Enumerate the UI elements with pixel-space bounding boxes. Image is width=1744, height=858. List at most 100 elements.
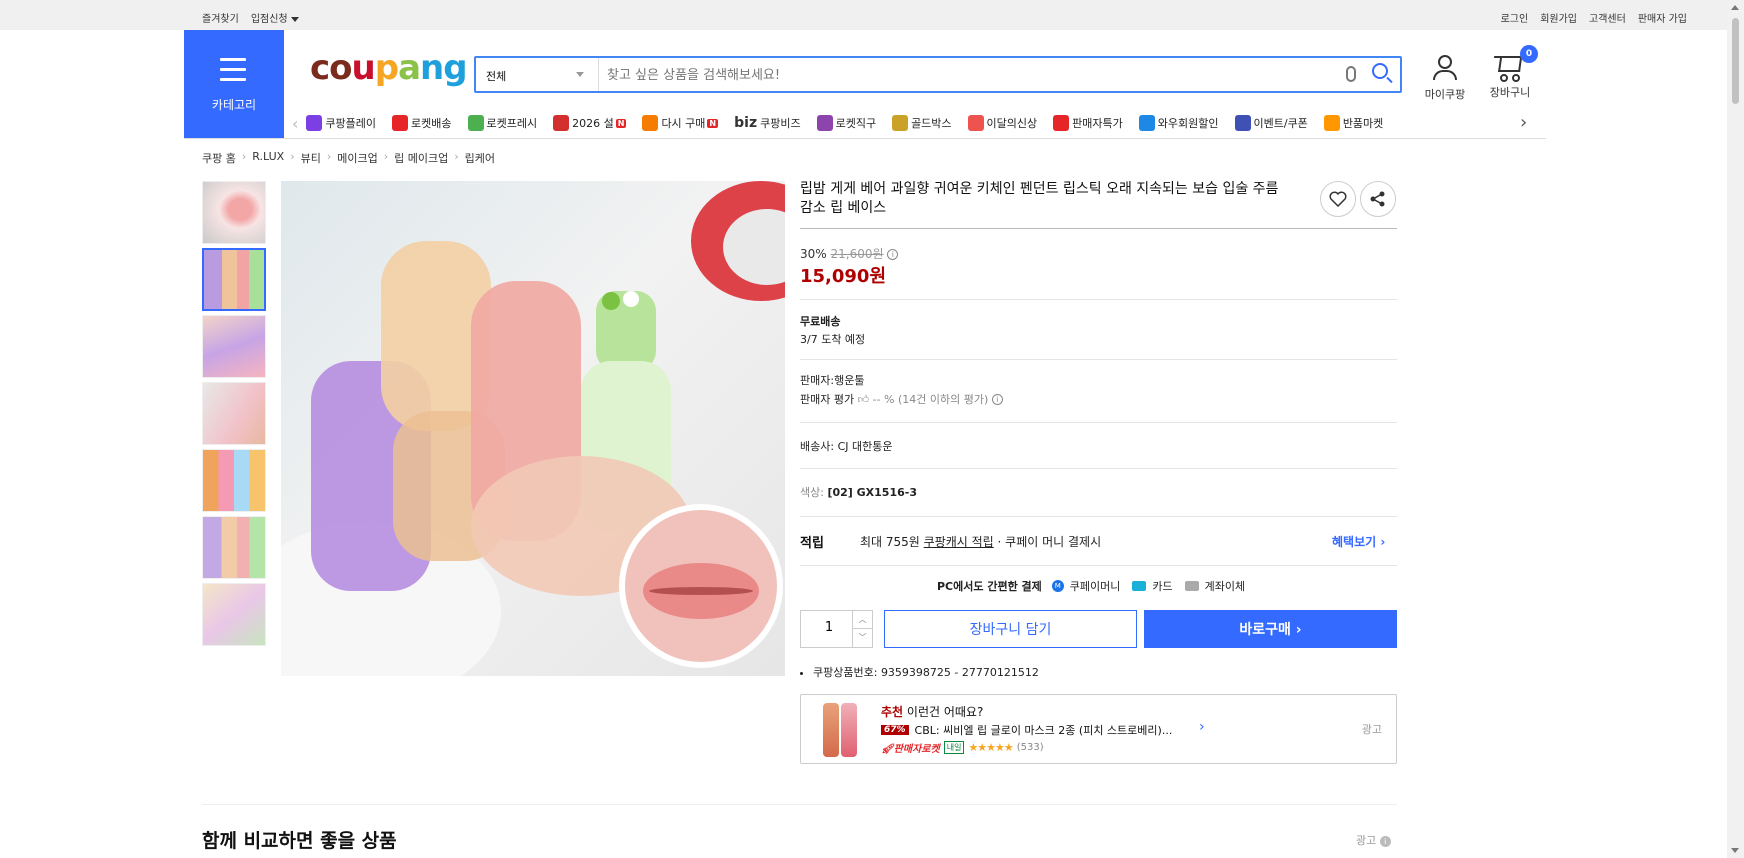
section-ad-label: 광고 i (1356, 832, 1391, 848)
page-scrollbar[interactable] (1727, 0, 1744, 858)
share-button[interactable] (1360, 181, 1396, 217)
nav-item[interactable]: 골드박스 (892, 115, 952, 131)
nav-item[interactable]: 로켓직구 (816, 115, 876, 131)
mycoupang-button[interactable]: 마이쿠팡 (1420, 52, 1470, 102)
bank-transfer: 계좌이체 (1204, 580, 1246, 593)
nav-next-icon[interactable]: › (1520, 112, 1527, 133)
wishlist-button[interactable] (1320, 181, 1356, 217)
option-row[interactable]: 색상: [02] GX1516-3 (800, 484, 917, 502)
product-thumbnail[interactable] (202, 516, 266, 579)
scrollbar-thumb[interactable] (1732, 18, 1739, 104)
customer-center-link[interactable]: 고객센터 (1589, 10, 1626, 25)
nav-item[interactable]: biz 쿠팡비즈 (734, 115, 800, 131)
caret-down-icon (290, 16, 299, 22)
product-thumbnail[interactable] (202, 583, 266, 646)
recommendation-card[interactable]: 추천 이런건 어때요? 67% CBL: 씨비엘 립 글로이 마스크 2종 (피… (800, 694, 1397, 764)
breadcrumb-lipcare[interactable]: 립케어 (465, 150, 495, 166)
product-thumbnail[interactable] (202, 315, 266, 378)
reco-heading-text: 이런건 어때요? (903, 705, 984, 719)
search-input[interactable] (607, 64, 1307, 86)
breadcrumb-separator-icon: › (290, 150, 295, 163)
login-link[interactable]: 로그인 (1501, 10, 1529, 25)
product-thumbnail[interactable] (202, 382, 266, 445)
scroll-down-icon[interactable] (1731, 848, 1739, 853)
nav-item-label: 와우회원할인 (1157, 117, 1219, 130)
search-category-select[interactable]: 전체 (476, 58, 599, 91)
breadcrumb-separator-icon: › (454, 150, 459, 163)
info-icon[interactable]: i (887, 249, 899, 260)
chevron-right-icon[interactable]: › (1199, 719, 1205, 735)
breadcrumb-home[interactable]: 쿠팡 홈 (202, 150, 236, 166)
recommended-product-image (819, 703, 863, 757)
info-icon[interactable]: i (991, 394, 1003, 405)
product-thumbnail[interactable] (202, 449, 266, 512)
category-menu-button[interactable]: 카테고리 (184, 30, 284, 138)
percent-icon (1053, 115, 1070, 131)
quantity-down-icon[interactable]: ﹀ (852, 629, 872, 647)
nav-item-label: 이벤트/쿠폰 (1253, 117, 1308, 130)
add-to-cart-button[interactable]: 장바구니 담기 (884, 610, 1137, 648)
title-divider (800, 228, 1397, 229)
nav-item[interactable]: 로켓프레시 (467, 115, 537, 131)
coupon-icon (1234, 115, 1251, 131)
thumbs-up-icon: 👍︎ (857, 393, 870, 406)
signup-link[interactable]: 회원가입 (1540, 10, 1577, 25)
breadcrumb-lip-makeup[interactable]: 립 메이크업 (394, 150, 448, 166)
reco-meta: 🚀︎판매자로켓 내일 ★★★★★ (533) (881, 740, 1044, 755)
breadcrumb-brand[interactable]: R.LUX (252, 150, 284, 166)
product-thumbnail[interactable] (202, 181, 266, 244)
logo-part: p (374, 48, 399, 88)
product-thumbnail-selected[interactable] (202, 248, 266, 311)
quantity-up-icon[interactable]: ︿ (852, 611, 872, 629)
nav-item[interactable]: 이달의신상 (967, 115, 1037, 131)
goldbox-icon (892, 115, 909, 131)
heart-icon (1329, 191, 1347, 207)
coupang-cash-link[interactable]: 쿠팡캐시 적립 (924, 535, 994, 549)
global-rocket-icon (816, 115, 833, 131)
nav-item[interactable]: 다시 구매 N (642, 115, 719, 131)
carrier-row: 배송사: CJ 대한통운 (800, 438, 892, 456)
divider (800, 422, 1397, 423)
quantity-input[interactable] (809, 620, 849, 635)
product-title: 립밤 게게 베어 과일향 귀여운 키체인 펜던트 립스틱 오래 지속되는 보습 … (800, 181, 1279, 216)
cart-button[interactable]: 0 장바구니 (1484, 45, 1538, 100)
product-id-row: 쿠팡상품번호: 9359398725 - 27770121512 (800, 664, 1039, 680)
nav-item[interactable]: 쿠팡플레이 (306, 115, 376, 131)
shortcut-list: 쿠팡플레이 로켓배송 로켓프레시 2026 설 N 다시 구매 Nbiz 쿠팡비즈 로켓직구 골드… (306, 115, 1399, 131)
reco-product-name: CBL: 씨비엘 립 글로이 마스크 2종 (피치 스트로베리)... (914, 724, 1173, 737)
nav-item-label: 반품마켓 (1342, 117, 1384, 130)
payment-methods: PC에서도 간편한 결제 M 쿠페이머니 카드 계좌이체 (937, 578, 1245, 594)
seller-rating: -- % (14건 이하의 평가) (872, 393, 989, 406)
nav-item[interactable]: 2026 설N (553, 115, 627, 131)
card-pay: 카드 (1152, 580, 1173, 593)
info-icon[interactable]: i (1379, 835, 1391, 847)
top-utility-bar: 즐겨찾기 입점신청 로그인 회원가입 고객센터 판매자 가입 (0, 0, 1727, 30)
nav-item-label: 골드박스 (911, 117, 952, 130)
seller-signup-dropdown[interactable]: 입점신청 (251, 10, 299, 25)
bookmark-link[interactable]: 즐겨찾기 (202, 10, 239, 25)
breadcrumb-beauty[interactable]: 뷰티 (301, 150, 321, 166)
buy-now-button[interactable]: 바로구매 › (1144, 610, 1397, 648)
coupang-logo[interactable]: coupang (310, 48, 468, 88)
nav-item[interactable]: 반품마켓 (1323, 115, 1384, 131)
arrival-date: 3/7 도착 예정 (800, 333, 866, 346)
seller-name[interactable]: 행운툴 (834, 374, 864, 387)
breadcrumb-makeup[interactable]: 메이크업 (337, 150, 377, 166)
benefit-link[interactable]: 혜택보기 › (1332, 533, 1385, 550)
nav-item[interactable]: 와우회원할인 (1138, 115, 1219, 131)
microphone-icon[interactable] (1346, 66, 1356, 82)
nav-item[interactable]: 로켓배송 (392, 115, 452, 131)
main-product-image[interactable] (281, 181, 785, 676)
nav-item[interactable]: 판매자특가 (1053, 115, 1123, 131)
nav-item[interactable]: 이벤트/쿠폰 (1234, 115, 1308, 131)
search-icon[interactable] (1372, 63, 1388, 79)
product-id: 9359398725 - 27770121512 (880, 666, 1039, 679)
breadcrumb-separator-icon: › (326, 150, 332, 163)
scroll-up-icon[interactable] (1731, 5, 1739, 10)
new-badge: N (707, 118, 719, 128)
nav-item-label: 다시 구매 (661, 117, 706, 130)
seller-join-link[interactable]: 판매자 가입 (1638, 10, 1687, 25)
coupay-icon: M (1051, 580, 1064, 592)
nav-item-label: 판매자특가 (1072, 117, 1123, 130)
nav-prev-icon[interactable]: ‹ (292, 114, 298, 133)
